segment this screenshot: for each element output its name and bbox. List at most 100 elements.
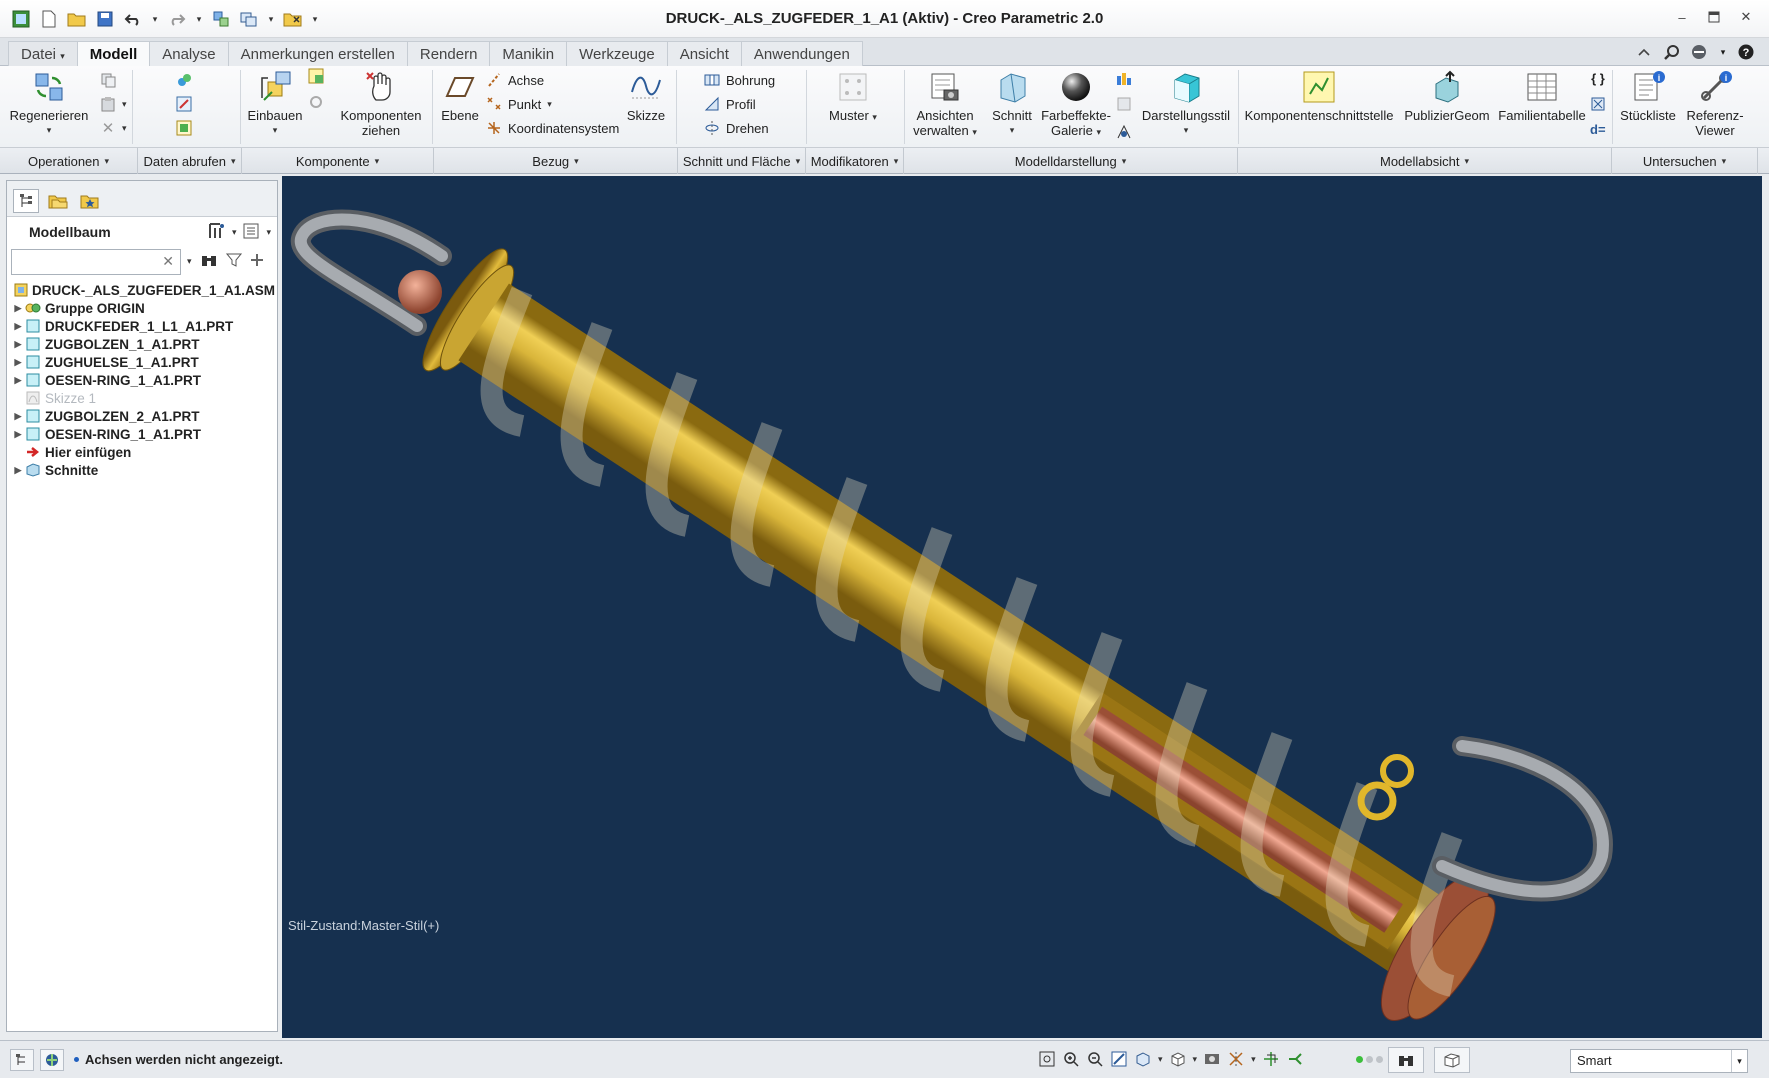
model-tree-tab-icon[interactable] <box>13 189 39 213</box>
tree-item-part[interactable]: ▶ OESEN-RING_1_A1.PRT <box>11 425 275 443</box>
show-icon[interactable] <box>242 222 260 243</box>
graphics-viewport[interactable]: Stil-Zustand:Master-Stil(+) <box>282 176 1762 1038</box>
revolve-button[interactable]: Drehen <box>704 120 769 136</box>
expand-arrow-icon[interactable]: ▶ <box>11 429 25 440</box>
merge-button[interactable] <box>176 96 192 112</box>
hole-button[interactable]: Bohrung <box>704 72 775 88</box>
annotation-display-icon[interactable] <box>1286 1050 1304 1068</box>
copy-button[interactable] <box>100 72 116 88</box>
tab-ansicht[interactable]: Ansicht <box>666 41 742 66</box>
tab-manikin[interactable]: Manikin <box>489 41 568 66</box>
appearance-gallery-button[interactable]: Farbeffekte- Galerie ▾ <box>1038 70 1114 140</box>
group-operationen[interactable]: Operationen ▾ <box>0 148 138 174</box>
model-tree-search-input[interactable]: ✕ <box>11 249 181 275</box>
d-equals-button[interactable]: d= <box>1590 122 1606 137</box>
filter-icon[interactable] <box>225 252 242 271</box>
minimize-ribbon-icon[interactable] <box>1635 43 1653 61</box>
shrinkwrap-button[interactable] <box>176 120 192 136</box>
tree-item-sections[interactable]: ▶ Schnitte <box>11 461 275 479</box>
rib-button[interactable]: Profil <box>704 96 756 112</box>
expand-arrow-icon[interactable]: ▶ <box>11 411 25 422</box>
axis-button[interactable]: Achse <box>486 72 544 88</box>
display-style-mini-2[interactable] <box>1116 96 1132 112</box>
refit-icon[interactable] <box>1038 1050 1056 1068</box>
group-komponente[interactable]: Komponente ▾ <box>242 148 434 174</box>
tab-werkzeuge[interactable]: Werkzeuge <box>566 41 668 66</box>
find-binoculars-icon[interactable] <box>200 252 218 271</box>
bom-button[interactable]: i Stückliste <box>1614 70 1682 123</box>
tree-item-part[interactable]: ▶ DRUCKFEDER_1_L1_A1.PRT <box>11 317 275 335</box>
paste-button[interactable]: ▾ <box>100 96 127 112</box>
chevron-down-icon[interactable]: ▾ <box>1193 1054 1198 1065</box>
tree-item-sketch[interactable]: Skizze 1 <box>11 389 275 407</box>
display-style-mini-1[interactable] <box>1116 70 1132 86</box>
search-dropdown-icon[interactable]: ▾ <box>187 256 192 267</box>
sketch-button[interactable]: Skizze <box>622 70 670 123</box>
tab-rendern[interactable]: Rendern <box>406 41 491 66</box>
expand-arrow-icon[interactable]: ▶ <box>11 303 25 314</box>
regenerate-button[interactable]: Regenerieren ▾ <box>10 70 88 138</box>
tree-item-part[interactable]: ▶ ZUGBOLZEN_2_A1.PRT <box>11 407 275 425</box>
publish-geom-button[interactable]: PublizierGeom <box>1400 70 1494 123</box>
saved-orientations-icon[interactable] <box>1134 1050 1152 1068</box>
expand-arrow-icon[interactable]: ▶ <box>11 339 25 350</box>
add-column-icon[interactable] <box>250 253 264 270</box>
create-component-button[interactable] <box>308 68 324 84</box>
coordinate-system-button[interactable]: Koordinatensystem <box>486 120 619 136</box>
parameters-button[interactable]: { } <box>1590 70 1606 86</box>
help-icon[interactable]: ? <box>1737 43 1755 61</box>
component-interface-button[interactable]: Komponentenschnittstelle <box>1244 70 1394 123</box>
search-icon[interactable] <box>1663 43 1681 61</box>
section-button[interactable]: Schnitt ▾ <box>984 70 1040 138</box>
tab-anwendungen[interactable]: Anwendungen <box>740 41 863 66</box>
group-daten-abrufen[interactable]: Daten abrufen ▾ <box>138 148 242 174</box>
expand-arrow-icon[interactable]: ▶ <box>11 357 25 368</box>
repaint-icon[interactable] <box>1110 1050 1128 1068</box>
select-box-button[interactable] <box>1434 1047 1470 1073</box>
tree-item-root-assembly[interactable]: DRUCK-_ALS_ZUGFEDER_1_A1.ASM <box>11 281 275 299</box>
community-dropdown-icon[interactable]: ▾ <box>1719 43 1727 61</box>
browser-toggle-icon[interactable] <box>40 1049 64 1071</box>
spin-center-icon[interactable] <box>1262 1050 1280 1068</box>
group-modifikatoren[interactable]: Modifikatoren ▾ <box>806 148 904 174</box>
clear-search-icon[interactable]: ✕ <box>162 253 174 270</box>
zoom-in-icon[interactable] <box>1062 1050 1080 1068</box>
manage-views-button[interactable]: Ansichten verwalten ▾ <box>906 70 984 140</box>
tree-item-insert-here[interactable]: Hier einfügen <box>11 443 275 461</box>
tree-item-gruppe-origin[interactable]: ▶ Gruppe ORIGIN <box>11 299 275 317</box>
copy-geom-button[interactable] <box>176 72 192 88</box>
settings-icon[interactable] <box>206 222 226 243</box>
chevron-down-icon[interactable]: ▾ <box>1251 1054 1256 1065</box>
chevron-down-icon[interactable]: ▾ <box>1158 1054 1163 1065</box>
point-button[interactable]: Punkt ▾ <box>486 96 552 112</box>
pattern-button[interactable]: Muster ▾ <box>818 70 888 125</box>
zoom-out-icon[interactable] <box>1086 1050 1104 1068</box>
reference-viewer-button[interactable]: i Referenz- Viewer <box>1682 70 1748 138</box>
group-schnitt-und-flaeche[interactable]: Schnitt und Fläche ▾ <box>678 148 806 174</box>
relations-button[interactable] <box>1590 96 1606 112</box>
close-icon[interactable]: ✕ <box>1737 8 1755 26</box>
tab-datei[interactable]: Datei ▾ <box>8 41 78 66</box>
datum-display-icon[interactable] <box>1227 1050 1245 1068</box>
folder-browser-tab-icon[interactable] <box>45 189 71 213</box>
delete-button[interactable]: ✕ ▾ <box>100 120 127 137</box>
group-modellabsicht[interactable]: Modellabsicht ▾ <box>1238 148 1612 174</box>
perspective-button[interactable] <box>1116 124 1132 140</box>
expand-arrow-icon[interactable]: ▶ <box>11 321 25 332</box>
tree-item-part[interactable]: ▶ OESEN-RING_1_A1.PRT <box>11 371 275 389</box>
group-untersuchen[interactable]: Untersuchen ▾ <box>1612 148 1758 174</box>
drag-components-button[interactable]: Komponenten ziehen <box>338 70 424 138</box>
tree-item-part[interactable]: ▶ ZUGBOLZEN_1_A1.PRT <box>11 335 275 353</box>
favorites-tab-icon[interactable] <box>77 189 103 213</box>
view-manager-icon[interactable] <box>1203 1050 1221 1068</box>
tab-anmerkungen-erstellen[interactable]: Anmerkungen erstellen <box>227 41 408 66</box>
tree-item-part[interactable]: ▶ ZUGHUELSE_1_A1.PRT <box>11 353 275 371</box>
toggle-navigator-icon[interactable] <box>10 1049 34 1071</box>
minimize-icon[interactable]: – <box>1673 8 1691 26</box>
selection-filter-select[interactable]: Smart ▾ <box>1570 1049 1748 1073</box>
show-dropdown-icon[interactable]: ▾ <box>266 227 271 238</box>
group-modelldarstellung[interactable]: Modelldarstellung ▾ <box>904 148 1238 174</box>
group-bezug[interactable]: Bezug ▾ <box>434 148 678 174</box>
display-style-button[interactable]: Darstellungsstil ▾ <box>1138 70 1234 138</box>
expand-arrow-icon[interactable]: ▶ <box>11 375 25 386</box>
